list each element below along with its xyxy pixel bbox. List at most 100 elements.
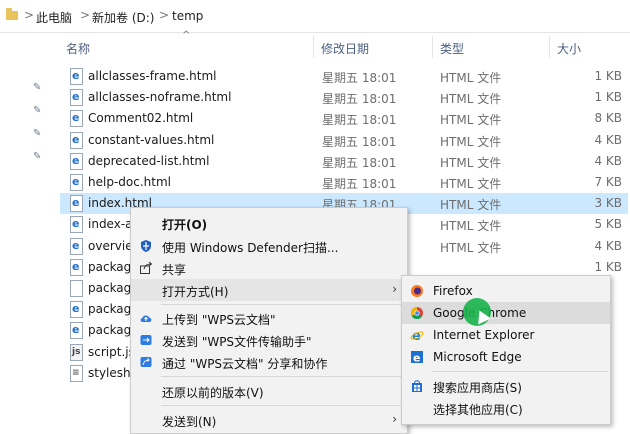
html-file-icon: e — [70, 216, 83, 234]
column-header-type[interactable]: 类型 — [440, 40, 464, 57]
menu-item-send-to[interactable]: 发送到(N) › — [131, 409, 407, 431]
file-name: allclasses-frame.html — [88, 69, 217, 83]
column-divider[interactable] — [313, 36, 314, 58]
breadcrumb-separator: > — [80, 8, 91, 22]
file-date: 星期五 18:01 — [322, 177, 397, 191]
column-divider[interactable] — [549, 36, 550, 58]
file-type: HTML 文件 — [440, 92, 502, 107]
file-size: 4 KB — [594, 132, 622, 147]
address-bar[interactable]: > 此电脑 > 新加卷 (D:) > temp — [0, 0, 630, 33]
html-file-icon: e — [70, 195, 83, 213]
menu-item-wps-upload[interactable]: 上传到 "WPS云文档" — [131, 307, 407, 329]
open-with-ie[interactable]: e Internet Explorer — [402, 324, 610, 346]
file-size: 3 KB — [594, 196, 622, 211]
file-size: 4 KB — [594, 238, 622, 253]
wps-transfer-icon — [140, 335, 152, 345]
file-row[interactable]: e Comment02.html 星期五 18:01 HTML 文件 8 KB — [60, 108, 628, 129]
file-size: 1 KB — [594, 90, 622, 105]
html-file-icon: e — [70, 110, 83, 128]
breadcrumb-temp[interactable]: temp — [172, 9, 203, 23]
breadcrumb-separator: > — [24, 8, 35, 22]
file-date: 星期五 18:01 — [322, 113, 397, 128]
file-row[interactable]: e allclasses-noframe.html 星期五 18:01 HTML 文件… — [60, 87, 628, 108]
file-type: HTML 文件 — [440, 240, 502, 255]
file-name: overvie — [88, 238, 133, 253]
file-row[interactable]: e help-doc.html 星期五 18:01 HTML 文件 7 KB — [60, 172, 628, 193]
menu-item-open-with[interactable]: 打开方式(H) › — [131, 279, 407, 301]
menu-item-defender-scan[interactable]: 使用 Windows Defender扫描... — [131, 235, 407, 257]
file-name: Comment02.html — [88, 111, 194, 126]
menu-item-share[interactable]: 共享 — [131, 257, 407, 279]
pin-icon[interactable]: ✎ — [33, 151, 43, 162]
menu-separator — [161, 405, 405, 406]
open-with-submenu: Firefox Google Chrome e Internet Explore… — [401, 275, 611, 425]
blank-file-icon: e — [70, 280, 83, 297]
js-file-icon: js — [70, 343, 83, 361]
column-header-date[interactable]: 修改日期 — [321, 40, 369, 57]
file-type: HTML 文件 — [440, 134, 502, 149]
column-header-name[interactable]: 名称 — [66, 40, 90, 57]
breadcrumb-separator: > — [159, 8, 170, 22]
menu-item-wps-share[interactable]: 通过 "WPS云文档" 分享和协作 — [131, 351, 407, 373]
column-divider[interactable] — [432, 36, 433, 58]
file-type: HTML 文件 — [440, 155, 502, 170]
file-row[interactable]: e deprecated-list.html 星期五 18:01 HTML 文件 4 K… — [60, 151, 628, 172]
html-file-icon: e — [70, 174, 83, 191]
html-file-icon: e — [70, 152, 83, 170]
svg-text:e: e — [412, 329, 421, 342]
wps-cloud-upload-icon — [140, 315, 152, 322]
sort-ascending-icon: ^ — [182, 30, 191, 41]
store-icon — [412, 380, 422, 392]
file-size: 5 KB — [594, 217, 622, 232]
open-with-search-store[interactable]: 搜索应用商店(S) — [402, 375, 610, 397]
menu-item-restore-previous[interactable]: 还原以前的版本(V) — [131, 380, 407, 402]
file-name: packag — [88, 259, 132, 274]
breadcrumb-this-pc[interactable]: 此电脑 — [36, 9, 72, 26]
menu-separator — [161, 304, 405, 305]
file-name: index-a — [88, 217, 133, 232]
file-date: 星期五 18:01 — [322, 134, 397, 149]
pin-icon[interactable]: ✎ — [33, 128, 43, 139]
svg-text:e: e — [413, 352, 420, 365]
wps-share-icon — [140, 357, 152, 367]
html-file-icon: e — [70, 237, 83, 255]
chevron-right-icon: › — [392, 412, 397, 426]
folder-icon — [6, 8, 18, 20]
file-name: deprecated-list.html — [88, 153, 210, 168]
firefox-icon — [411, 285, 423, 297]
edge-icon: e — [411, 351, 423, 365]
file-name: script.js — [88, 344, 135, 359]
file-type: HTML 文件 — [440, 71, 502, 85]
breadcrumb-drive[interactable]: 新加卷 (D:) — [92, 9, 154, 26]
chevron-right-icon: › — [392, 282, 397, 296]
html-file-icon: e — [70, 301, 83, 319]
defender-shield-icon — [141, 240, 151, 252]
file-name: help-doc.html — [88, 175, 171, 189]
open-with-firefox[interactable]: Firefox — [402, 280, 610, 302]
open-with-edge[interactable]: e Microsoft Edge — [402, 346, 610, 368]
open-with-choose-other[interactable]: 选择其他应用(C) — [402, 397, 610, 419]
menu-item-wps-transfer[interactable]: 发送到 "WPS文件传输助手" — [131, 329, 407, 351]
html-file-icon: e — [70, 89, 83, 107]
menu-item-open[interactable]: 打开(O) — [131, 212, 407, 234]
file-row[interactable]: e allclasses-frame.html 星期五 18:01 HTML 文件 1 … — [60, 66, 628, 87]
menu-separator — [432, 371, 608, 372]
pin-icon[interactable]: ✎ — [33, 105, 43, 116]
html-file-icon: e — [70, 131, 83, 149]
context-menu: 打开(O) 使用 Windows Defender扫描... 共享 打开方式(H… — [130, 207, 408, 434]
file-type: HTML 文件 — [440, 198, 502, 213]
column-header-size[interactable]: 大小 — [557, 40, 581, 57]
file-size: 7 KB — [594, 175, 622, 189]
share-icon — [140, 261, 153, 274]
file-name: constant-values.html — [88, 132, 215, 147]
file-size: 1 KB — [594, 259, 622, 274]
file-date: 星期五 18:01 — [322, 92, 397, 107]
file-name: packag — [88, 302, 132, 317]
open-with-chrome[interactable]: Google Chrome — [402, 302, 610, 324]
file-size: 8 KB — [594, 111, 622, 126]
file-date: 星期五 18:01 — [322, 71, 397, 85]
menu-separator — [161, 376, 405, 377]
file-type: HTML 文件 — [440, 177, 502, 191]
file-row[interactable]: e constant-values.html 星期五 18:01 HTML 文件 4 K… — [60, 130, 628, 151]
pin-icon[interactable]: ✎ — [33, 82, 43, 93]
